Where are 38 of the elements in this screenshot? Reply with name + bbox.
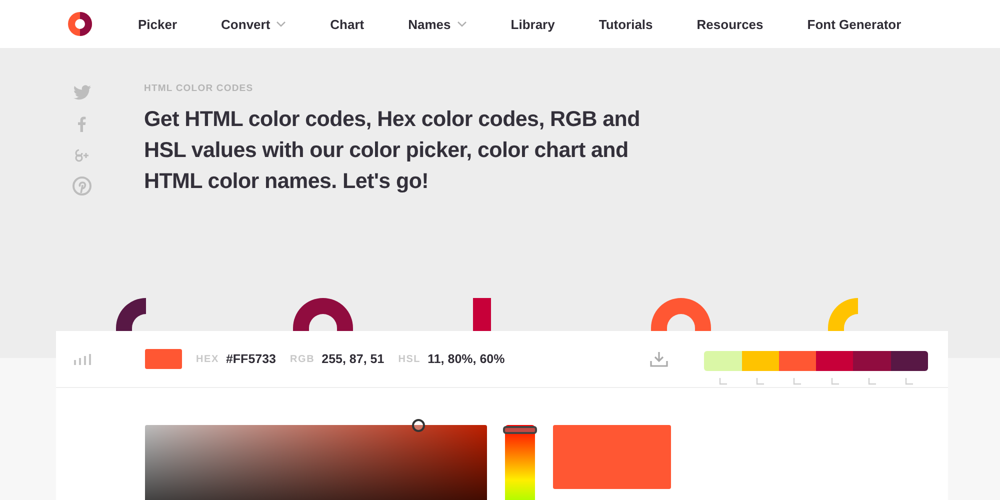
palette-swatch[interactable] bbox=[816, 351, 854, 371]
nav-link[interactable]: Font Generator bbox=[807, 16, 902, 32]
color-value: 11, 80%, 60% bbox=[428, 352, 505, 366]
download-icon[interactable] bbox=[650, 351, 668, 367]
palette-swatch[interactable] bbox=[778, 351, 816, 371]
letter-shape-drawing bbox=[116, 298, 146, 331]
palette-swatch[interactable] bbox=[890, 351, 928, 371]
current-color-swatch bbox=[145, 349, 182, 369]
nav-link[interactable]: Picker bbox=[138, 16, 178, 32]
letter-shape-drawing bbox=[473, 298, 491, 331]
logo-icon bbox=[67, 11, 93, 37]
nav-link[interactable]: Library bbox=[510, 16, 555, 32]
color-value: #FF5733 bbox=[226, 352, 276, 366]
marker-icon bbox=[755, 377, 766, 385]
letter-shape-drawing bbox=[828, 298, 858, 331]
marker-icon bbox=[718, 377, 728, 385]
slider-handle[interactable] bbox=[503, 426, 537, 434]
marker-icon bbox=[830, 377, 840, 385]
chart-icon bbox=[73, 353, 93, 365]
nav-link[interactable]: Resources bbox=[696, 16, 764, 32]
nav-link[interactable]: Names bbox=[408, 16, 467, 32]
palette-swatch[interactable] bbox=[853, 351, 891, 371]
pinterest-icon bbox=[72, 176, 92, 196]
hue-slider[interactable] bbox=[505, 425, 535, 500]
letter-shape-drawing bbox=[651, 298, 711, 331]
nav-link[interactable]: Chart bbox=[330, 16, 364, 32]
palette-swatch[interactable] bbox=[704, 351, 742, 371]
section-label: HTML COLOR CODES bbox=[144, 83, 254, 94]
nav-link[interactable]: Convert bbox=[221, 16, 286, 32]
palette-swatch[interactable] bbox=[742, 351, 779, 371]
color-field[interactable] bbox=[145, 425, 487, 500]
marker-icon bbox=[904, 377, 914, 385]
headline: Get HTML color codes, Hex color codes, RGB and HSL values with our color picker, color chart and HTML color names. Let's go! bbox=[144, 106, 641, 195]
marker-icon bbox=[867, 377, 878, 385]
nav-link[interactable]: Tutorials bbox=[598, 16, 653, 32]
letter-shape-drawing bbox=[293, 298, 353, 331]
marker-icon bbox=[792, 377, 802, 385]
color-value: 255, 87, 51 bbox=[322, 352, 384, 366]
